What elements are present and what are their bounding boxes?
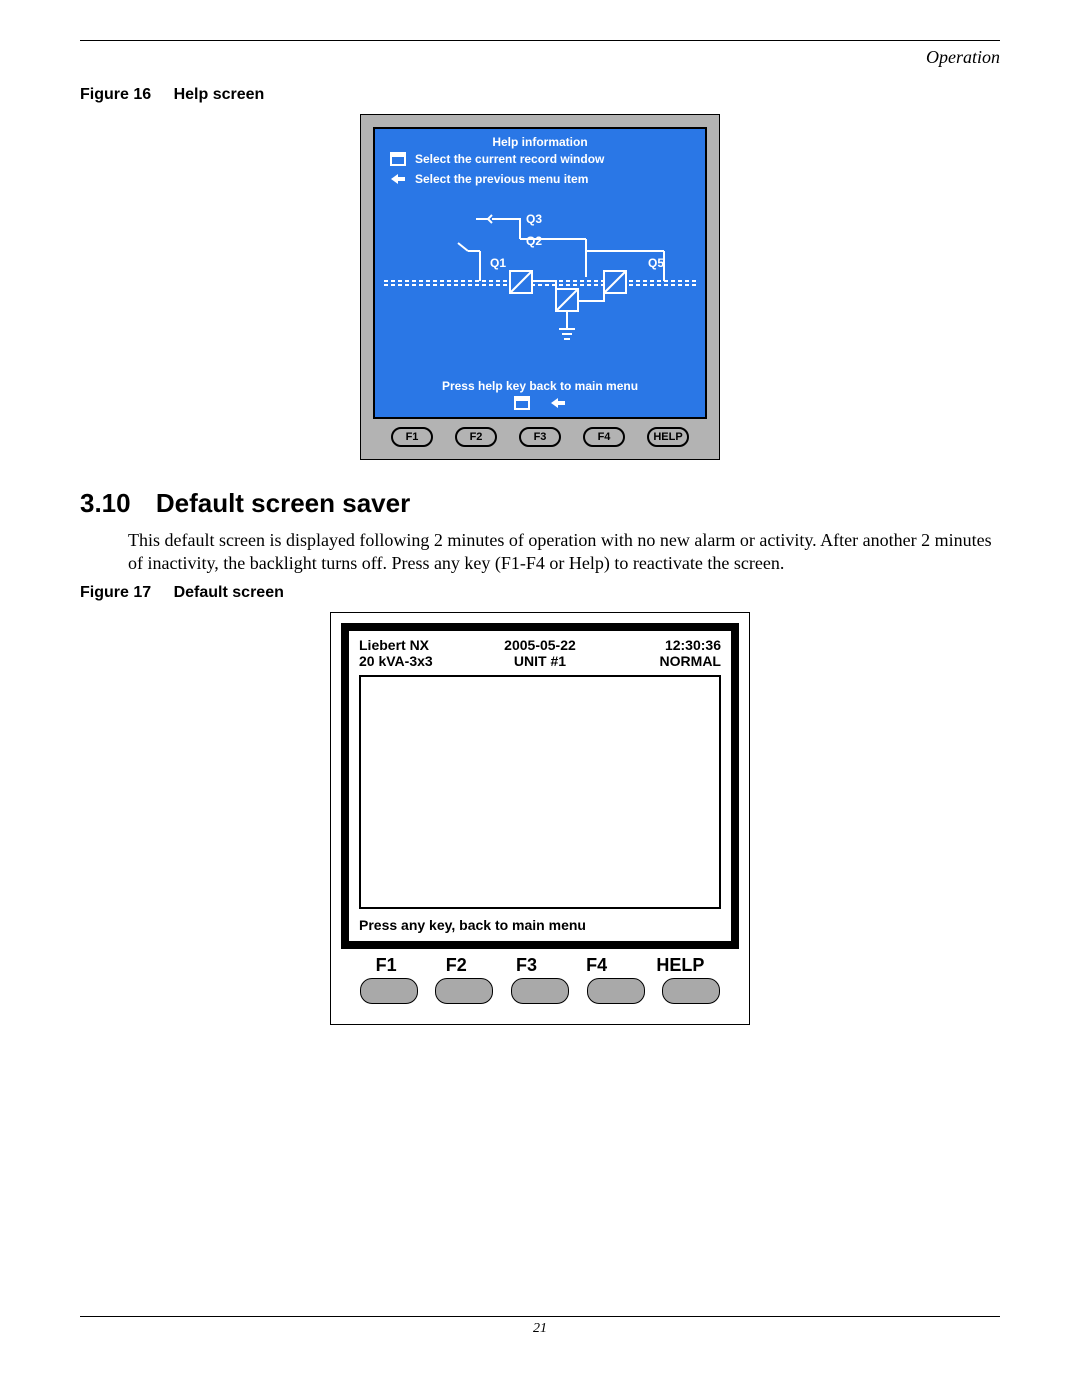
- running-head: Operation: [80, 47, 1000, 68]
- section-title: Default screen saver: [156, 488, 410, 518]
- lcd-status: NORMAL: [602, 653, 721, 669]
- page: Operation Figure 16 Help screen Help inf…: [40, 40, 1040, 1357]
- arrow-left-icon: [549, 395, 567, 411]
- button-f3[interactable]: [511, 978, 569, 1004]
- button-f4[interactable]: F4: [583, 427, 625, 447]
- fkey-buttons: [341, 976, 739, 1014]
- lcd-date: 2005-05-22: [480, 637, 599, 653]
- button-f1[interactable]: [360, 978, 418, 1004]
- help-row-2-text: Select the previous menu item: [415, 172, 588, 186]
- lcd-header: Liebert NX 2005-05-22 12:30:36: [349, 631, 731, 653]
- help-footer-text: Press help key back to main menu: [442, 379, 638, 393]
- device-frame: Liebert NX 2005-05-22 12:30:36 20 kVA-3x…: [330, 612, 750, 1025]
- section-body: This default screen is displayed followi…: [128, 529, 1000, 574]
- label-f4: F4: [586, 955, 607, 976]
- lcd-prompt: Press any key, back to main menu: [349, 917, 731, 941]
- figure17-label: Figure 17: [80, 584, 151, 601]
- label-f2: F2: [446, 955, 467, 976]
- svg-text:Q3: Q3: [526, 212, 542, 226]
- lcd-brand: Liebert NX: [359, 637, 478, 653]
- lcd-screen: Liebert NX 2005-05-22 12:30:36 20 kVA-3x…: [349, 631, 731, 941]
- rule-bottom: [80, 1316, 1000, 1317]
- lcd-border: Liebert NX 2005-05-22 12:30:36 20 kVA-3x…: [341, 623, 739, 949]
- figure16-title: Help screen: [174, 86, 265, 103]
- lcd-main-area: [359, 675, 721, 909]
- help-row-1: Select the current record window: [375, 149, 705, 169]
- figure17: Liebert NX 2005-05-22 12:30:36 20 kVA-3x…: [330, 612, 750, 1025]
- button-help[interactable]: HELP: [647, 427, 689, 447]
- button-f4[interactable]: [587, 978, 645, 1004]
- help-row-1-text: Select the current record window: [415, 152, 604, 166]
- button-f3[interactable]: F3: [519, 427, 561, 447]
- help-footer: Press help key back to main menu: [375, 379, 705, 411]
- button-f2[interactable]: [435, 978, 493, 1004]
- label-f3: F3: [516, 955, 537, 976]
- mimic-diagram: Q3 Q2 Q1 Q5: [379, 211, 701, 361]
- lcd-subheader: 20 kVA-3x3 UNIT #1 NORMAL: [349, 653, 731, 675]
- page-number: 21: [80, 1321, 1000, 1337]
- window-icon: [389, 151, 407, 167]
- arrow-left-icon: [389, 171, 407, 187]
- page-footer: 21: [80, 1308, 1000, 1337]
- svg-text:Q1: Q1: [490, 256, 506, 270]
- rule-top: [80, 40, 1000, 41]
- help-screen: Help information Select the current reco…: [373, 127, 707, 419]
- section-number: 3.10: [80, 488, 131, 518]
- fkey-labels: F1 F2 F3 F4 HELP: [341, 953, 739, 976]
- figure17-title: Default screen: [174, 584, 284, 601]
- svg-text:Q5: Q5: [648, 256, 664, 270]
- button-f1[interactable]: F1: [391, 427, 433, 447]
- label-f1: F1: [376, 955, 397, 976]
- figure16-caption: Figure 16 Help screen: [80, 86, 1000, 104]
- figure16: Help information Select the current reco…: [360, 114, 720, 460]
- button-f2[interactable]: F2: [455, 427, 497, 447]
- figure16-label: Figure 16: [80, 86, 151, 103]
- button-help[interactable]: [662, 978, 720, 1004]
- device-bezel: Help information Select the current reco…: [360, 114, 720, 460]
- help-title: Help information: [375, 129, 705, 149]
- soft-key-row: F1 F2 F3 F4 HELP: [373, 427, 707, 447]
- figure17-caption: Figure 17 Default screen: [80, 584, 1000, 602]
- lcd-model: 20 kVA-3x3: [359, 653, 478, 669]
- window-icon: [513, 395, 531, 411]
- lcd-time: 12:30:36: [602, 637, 721, 653]
- label-help: HELP: [656, 955, 704, 976]
- section-heading: 3.10 Default screen saver: [80, 488, 1000, 519]
- svg-text:Q2: Q2: [526, 234, 542, 248]
- help-row-2: Select the previous menu item: [375, 169, 705, 189]
- lcd-unit: UNIT #1: [480, 653, 599, 669]
